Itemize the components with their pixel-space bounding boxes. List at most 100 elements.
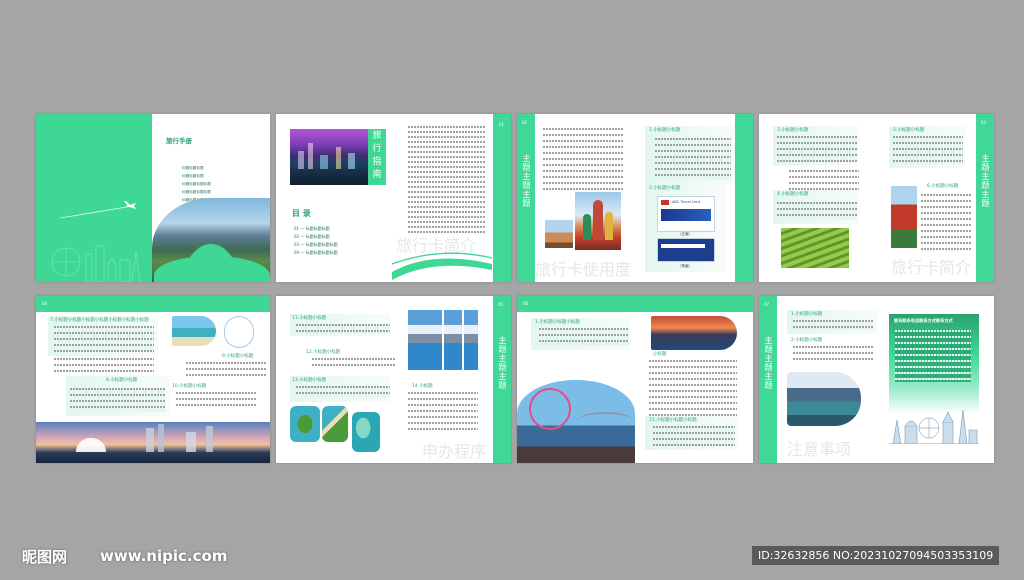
contact-lines [895,330,971,382]
page-side-bar-right [735,114,753,282]
city-night-photo [290,129,368,185]
body-text-block [543,128,623,190]
brochure-page-card: 主题主题主题 02 1.小标题小标题 2.小标题小标题 ABC Travel C… [517,114,753,282]
body-text-block [777,136,857,162]
section-heading: 小标题 [653,352,667,357]
island-photo [290,406,320,442]
green-wave-ribbon [392,252,492,280]
page-number: 05 [498,302,504,307]
card-brand: ABC Travel Card [672,200,700,204]
body-text-block [186,362,266,376]
page-watermark: 申办程序 [422,442,487,461]
cover-list-item: 标题标题标题标题 [182,182,211,186]
body-text-block [893,136,963,164]
body-text-block [408,392,478,432]
section-heading: 15.小标题小标题小标题 [649,418,697,423]
pagoda-photo [891,186,917,248]
airplane-icon [59,201,136,219]
brochure-page-8: 主题主题主题 07 1.小标题小标题 2.小标题小标题 注意事项 联系联系电话联… [759,296,994,463]
body-text-block [54,358,154,374]
guide-title-char: 指 [372,157,382,167]
brochure-page-toc: 旅 行 指 南 目 录 01 — 标题标题标题 02 — 标题标题标题 03 —… [276,114,511,282]
mountain-lake-photo [408,310,442,370]
brochure-page-7: 06 1.小标题小标题小标题 小标题 15.小标题小标题小标题 [517,296,753,463]
body-text-block [296,324,390,334]
island-photo [352,412,380,452]
guide-title-char: 行 [372,144,382,154]
section-heading: 1.小标题小标题 [649,128,681,133]
body-text-block [312,358,396,370]
guide-title-box: 旅 行 指 南 [369,130,385,182]
card-caption: （正面） [678,232,692,236]
body-text-block [653,426,735,446]
body-text-block [70,388,166,412]
castle-photo [545,220,573,248]
side-bar-text: 主题主题主题 [764,336,773,390]
page-watermark: 旅行卡使用度 [535,260,632,279]
page-side-bar [493,114,511,282]
section-heading: 12.小标题小标题 [306,350,341,355]
section-heading: 10.小标题小标题 [172,384,207,389]
top-green-strip [517,296,753,312]
body-text-block [408,126,486,234]
mountain-lake-photo [464,310,478,370]
page-number: 04 [42,301,48,306]
mountain-lake-photo [444,310,462,370]
body-text-block [649,360,737,418]
image-id-label: ID:32632856 NO:20231027094503353109 [752,546,1000,565]
cover-list-item: 标题标题标题 [182,166,204,170]
sunset-lake-photo [651,316,737,350]
site-logo: 昵图网 [22,548,68,566]
body-text-block [793,346,873,362]
body-text-block [777,202,857,220]
section-heading: 8.小标题小标题 [106,378,138,383]
island-photo [322,406,348,442]
contact-panel-title: 联系联系电话联系方式联系方式 [894,318,953,323]
section-heading: 3.小标题小标题 [777,128,809,133]
guide-title-char: 旅 [372,131,382,141]
section-heading: 13.小标题小标题 [292,378,327,383]
section-heading: 9.小标题小标题 [222,354,254,359]
body-text-block [176,392,256,410]
toc-entry: 03 — 标题标题标题标题 [294,242,338,247]
toc-entry: 04 — 标题标题标题标题 [294,250,338,255]
sydney-skyline-photo [36,422,270,463]
page-number: 06 [523,301,529,306]
section-heading: 4.小标题小标题 [777,192,809,197]
section-heading: 1.小标题小标题 [791,312,823,317]
page-watermark: 旅行卡简介 [891,258,972,277]
ferris-wheel-photo [517,380,635,463]
body-text-block [655,138,731,180]
section-heading: 11.小标题小标题 [292,316,327,321]
side-bar-text: 主题主题主题 [981,154,990,208]
brochure-page-6: 11.小标题小标题 12.小标题小标题 13.小标题小标题 14.小标题 申办程… [276,296,511,463]
section-heading: 7.小标题小标题小标题小标题小标题小标题小标题 [50,318,149,323]
photo-shape-outline [224,316,254,348]
rice-terrace-photo [781,228,849,268]
world-landmarks-illustration [889,409,979,444]
cover-city-silhouette [51,245,141,282]
page-watermark: 注意事项 [787,440,852,459]
brochure-page-5: 04 7.小标题小标题小标题小标题小标题小标题小标题 9.小标题小标题 8.小标… [36,296,270,463]
top-green-strip [36,296,270,312]
travel-card-front: ABC Travel Card [657,196,715,232]
toc-title: 目 录 [292,208,311,218]
cover-list-item: 标题标题标题 [182,174,204,178]
page-number: 01 [499,122,505,127]
body-text-block [54,326,154,352]
beach-photo [172,316,216,346]
body-text-block [793,320,873,330]
section-heading: 14.小标题 [412,384,433,389]
card-caption: （背面） [678,264,692,268]
brochure-page-4: 3.小标题小标题 4.小标题小标题 5.小标题小标题 6.小标题小标题 旅行卡简… [759,114,994,282]
site-url: www.nipic.com [100,547,228,565]
guide-title-char: 南 [372,170,382,180]
page-number: 07 [764,302,770,307]
body-text-block [789,170,859,190]
section-heading: 1.小标题小标题小标题 [535,320,580,325]
section-heading: 2.小标题小标题 [791,338,823,343]
page-number: 02 [522,120,528,125]
glacier-photo [787,372,861,426]
body-text-block [921,194,971,250]
travel-card-back [657,238,715,262]
